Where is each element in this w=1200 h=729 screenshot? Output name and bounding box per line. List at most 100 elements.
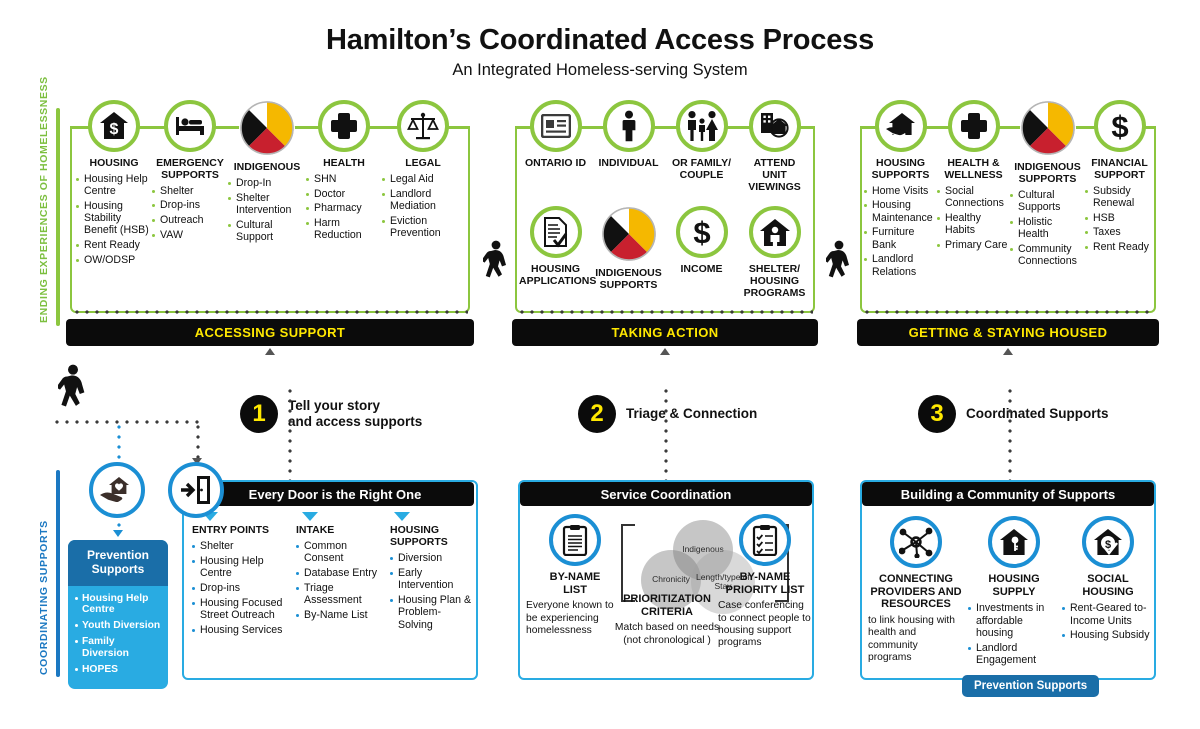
step-2-number: 2 — [578, 395, 616, 433]
stage2-item-indigenous-supports: INDIGENOUS SUPPORTS — [592, 206, 665, 292]
list-item: Early Intervention — [390, 567, 474, 592]
banner-taking-action: TAKING ACTION — [512, 319, 818, 346]
panel3-title-1: HOUSING SUPPLY — [988, 573, 1040, 598]
panel2-by-name-list: BY-NAME LIST Everyone known to be experi… — [526, 514, 624, 637]
stage3-column-health-wellness: HEALTH & WELLNESS Social Connections Hea… — [937, 100, 1010, 253]
clipboard-list-icon — [549, 514, 601, 566]
stage3-title-0: HOUSING SUPPORTS — [871, 157, 930, 181]
stage2-item-ontario-id: ONTARIO ID — [519, 100, 592, 170]
list-item: Rent Ready — [1085, 241, 1154, 253]
panel3-column-housing-supply: HOUSING SUPPLY Investments in affordable… — [968, 516, 1060, 669]
step-2-connector — [664, 386, 668, 484]
svg-text:$: $ — [693, 216, 710, 248]
stage1-title-1: EMERGENCY SUPPORTS — [156, 157, 224, 181]
prevention-dotted-connector — [117, 422, 121, 464]
rail-label-ending-homelessness: ENDING EXPERIENCES OF HOMELESSNESS — [38, 76, 50, 323]
list-item: Holistic Health — [1010, 216, 1085, 241]
stage1-list-3: SHN Doctor Pharmacy Harm Reduction — [306, 173, 382, 242]
list-item: Shelter — [152, 185, 228, 197]
dollar-sign-icon: $ — [1093, 100, 1146, 152]
venn-label: Chronicity — [652, 574, 690, 585]
list-item: Furniture Bank — [864, 226, 937, 251]
house-person-icon — [748, 206, 801, 258]
prevention-supports-list: Housing Help Centre Youth Diversion Fami… — [68, 586, 168, 689]
stage3-up-arrow — [1003, 348, 1013, 355]
walking-person-icon-1 — [481, 240, 509, 289]
stage2-title-r2-1: INDIGENOUS SUPPORTS — [595, 267, 662, 291]
step-3-label: Coordinated Supports — [966, 405, 1109, 421]
list-item: SHN — [306, 173, 382, 185]
list-item: Housing Stability Benefit (HSB) — [76, 200, 152, 237]
list-item: Housing Help Centre — [76, 173, 152, 198]
stage2-item-income: $ INCOME — [665, 206, 738, 276]
panel-every-door-heading: Every Door is the Right One — [248, 486, 422, 502]
list-item: Housing Help Centre — [192, 555, 290, 580]
panel1-column-housing-supports: HOUSING SUPPORTS Diversion Early Interve… — [390, 512, 474, 633]
list-item: Housing Plan & Problem-Solving — [390, 594, 474, 631]
list-item: Drop-ins — [192, 582, 290, 594]
step-1-number: 1 — [240, 395, 278, 433]
panel2-by-name-list-desc: Everyone known to be experiencing homele… — [526, 600, 614, 636]
panel2-prioritization-text: PRIORITIZATION CRITERIA Match based on n… — [612, 588, 722, 647]
step-1: 1 Tell your story and access supports — [240, 395, 422, 433]
stage3-dotted-divider — [862, 310, 1154, 314]
stage1-dotted-divider — [72, 310, 468, 314]
medicine-wheel-icon — [600, 206, 657, 262]
prevention-supports-card: Prevention Supports Housing Help Centre … — [68, 540, 168, 689]
stage2-item-family-couple: OR FAMILY/ COUPLE — [665, 100, 738, 182]
list-item: Primary Care — [937, 239, 1010, 251]
stage2-item-unit-viewings: ATTEND UNIT VIEWINGS — [738, 100, 811, 193]
list-item: HSB — [1085, 212, 1154, 224]
prevention-arrow — [113, 530, 123, 537]
list-item: Home Visits — [864, 185, 937, 197]
list-item: Social Connections — [937, 185, 1010, 210]
panel2-by-name-list-label: BY-NAME LIST — [549, 571, 601, 596]
stage2-title-r2-2: INCOME — [680, 263, 723, 275]
medicine-wheel-icon — [1019, 100, 1076, 156]
stage3-list-3: Subsidy Renewal HSB Taxes Rent Ready — [1085, 185, 1154, 254]
list-item: Landlord Mediation — [382, 188, 464, 213]
building-magnifier-icon — [748, 100, 801, 152]
list-item: Eviction Prevention — [382, 215, 464, 240]
stage3-column-housing-supports: HOUSING SUPPORTS Home Visits Housing Mai… — [864, 100, 937, 280]
panel2-prioritization-desc: Match based on needs (not chronological … — [614, 622, 720, 646]
stage1-list-2: Drop-In Shelter Intervention Cultural Su… — [228, 177, 306, 243]
list-item: Legal Aid — [382, 173, 464, 185]
panel2-priority-list-desc: Case conferencing to connect people to h… — [718, 600, 811, 649]
list-item: OW/ODSP — [76, 254, 152, 266]
triangle-marker-icon — [394, 512, 410, 521]
door-entry-icon — [168, 462, 224, 518]
panel3-desc-0: to link housing with health and communit… — [868, 614, 956, 663]
stage1-list-1: Shelter Drop-ins Outreach VAW — [152, 185, 228, 242]
door-dotted-connector — [196, 422, 200, 460]
stage1-column-emergency: EMERGENCY SUPPORTS Shelter Drop-ins Outr… — [152, 100, 228, 244]
list-item: Triage Assessment — [296, 582, 384, 607]
stage1-column-health: HEALTH SHN Doctor Pharmacy Harm Reductio… — [306, 100, 382, 244]
walking-person-icon-2 — [824, 240, 852, 289]
panel3-list-2: Rent-Geared to-Income Units Housing Subs… — [1062, 602, 1154, 641]
medicine-wheel-icon — [239, 100, 295, 156]
list-item: Rent-Geared to-Income Units — [1062, 602, 1154, 627]
left-dotted-path — [52, 420, 202, 424]
panel-every-door-heading-bar: Every Door is the Right One — [196, 482, 474, 506]
stage2-item-housing-applications: HOUSING APPLICATIONS — [519, 206, 596, 288]
step-1-connector — [288, 386, 292, 484]
medical-cross-icon — [947, 100, 1000, 152]
page-subtitle: An Integrated Homeless-serving System — [452, 61, 748, 79]
bottom-rail-bar — [56, 470, 60, 677]
stage3-title-1: HEALTH & WELLNESS — [944, 157, 1003, 181]
rail-label-coordinating-supports: COORDINATING SUPPORTS — [38, 520, 50, 675]
stage3-title-3: FINANCIAL SUPPORT — [1091, 157, 1148, 181]
list-item: Housing Subsidy — [1062, 629, 1154, 641]
individual-person-icon — [602, 100, 655, 152]
list-item: Subsidy Renewal — [1085, 185, 1154, 210]
step-3: 3 Coordinated Supports — [918, 395, 1109, 433]
panel-community-heading-bar: Building a Community of Supports — [862, 482, 1154, 506]
scales-of-justice-icon — [397, 100, 449, 152]
stage1-title-0: HOUSING — [89, 157, 139, 169]
panel1-column-entry-points: ENTRY POINTS Shelter Housing Help Centre… — [192, 512, 290, 639]
prevention-supports-title: Prevention Supports — [68, 540, 168, 586]
stage1-list-4: Legal Aid Landlord Mediation Eviction Pr… — [382, 173, 464, 239]
list-item: Landlord Relations — [864, 253, 937, 278]
triangle-marker-icon — [302, 512, 318, 521]
